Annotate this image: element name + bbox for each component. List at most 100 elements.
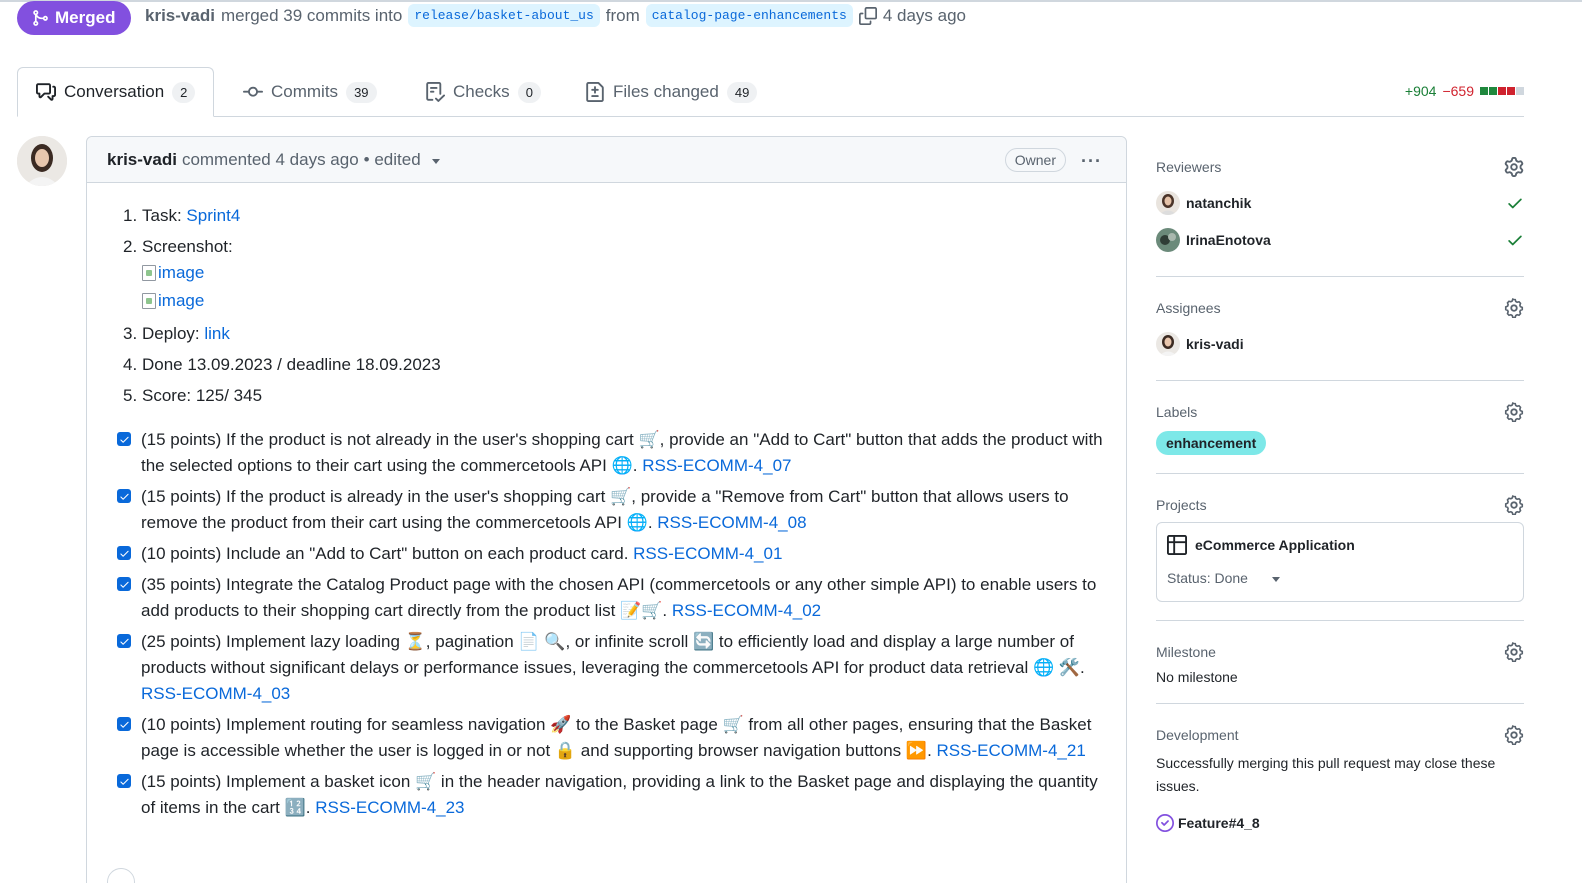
chevron-down-icon[interactable] — [431, 158, 440, 164]
task-checkbox[interactable] — [117, 489, 131, 503]
development-section: Development Successfully merging this pu… — [1156, 718, 1524, 850]
reviewer-item[interactable]: natanchik — [1156, 184, 1524, 221]
project-status[interactable]: Status: Done — [1167, 570, 1513, 586]
diff-block — [1498, 87, 1506, 95]
gear-icon[interactable] — [1504, 642, 1524, 662]
task-item: (15 points) Implement a basket icon 🛒 in… — [117, 769, 1107, 821]
ordered-list: 1. Task: Sprint4 2. Screenshot: image im… — [123, 205, 1113, 407]
task-text: (10 points) Include an "Add to Cart" but… — [141, 544, 629, 563]
merged-status-badge: Merged — [17, 1, 132, 35]
table-icon — [1167, 535, 1187, 555]
head-branch[interactable]: catalog-page-enhancements — [645, 4, 853, 27]
task-item: (15 points) If the product is not alread… — [117, 427, 1107, 479]
tab-checks-label: Checks — [453, 82, 510, 101]
file-diff-icon — [586, 82, 604, 102]
milestone-heading: Milestone — [1156, 644, 1216, 660]
broken-image-link[interactable]: image — [142, 288, 1113, 314]
pr-sidebar: Reviewers natanchik IrinaEnotova Assigne… — [1156, 150, 1524, 850]
label-enhancement[interactable]: enhancement — [1156, 431, 1267, 455]
task-text: (15 points) Implement a basket icon 🛒 in… — [141, 772, 1098, 817]
comment-author[interactable]: kris-vadi — [107, 150, 177, 170]
kebab-menu-icon[interactable]: ··· — [1081, 151, 1102, 172]
task-checkbox[interactable] — [117, 634, 131, 648]
edited-dropdown[interactable]: • edited — [364, 150, 421, 170]
task-checkbox[interactable] — [117, 577, 131, 591]
task-issue-link[interactable]: RSS-ECOMM-4_03 — [141, 684, 290, 703]
assignees-section: Assignees kris-vadi — [1156, 291, 1524, 381]
list-item: 4. Done 13.09.2023 / deadline 18.09.2023 — [123, 354, 1113, 376]
task-checkbox[interactable] — [117, 432, 131, 446]
comment-action: commented 4 days ago — [181, 149, 359, 169]
diffstat[interactable]: +904 −659 — [1405, 83, 1524, 99]
tab-commits[interactable]: Commits 39 — [225, 67, 395, 117]
broken-image-icon — [142, 265, 156, 281]
list-item: 3. Deploy: link — [123, 323, 1113, 345]
task-issue-link[interactable]: RSS-ECOMM-4_23 — [315, 798, 464, 817]
checklist-icon — [426, 82, 445, 102]
diff-deletions: −659 — [1442, 83, 1474, 99]
reviewer-name: IrinaEnotova — [1186, 231, 1271, 248]
linked-issue[interactable]: Feature#4_8 — [1156, 814, 1524, 832]
check-icon — [1508, 235, 1522, 245]
tab-conversation[interactable]: Conversation 2 — [17, 67, 215, 117]
list-number: 5. — [123, 386, 138, 405]
image-alt-text: image — [158, 291, 205, 310]
broken-image-link[interactable]: image — [142, 260, 1113, 286]
author-avatar[interactable] — [17, 136, 67, 186]
gear-icon[interactable] — [1504, 298, 1524, 318]
labels-heading: Labels — [1156, 404, 1198, 420]
tab-files-changed[interactable]: Files changed 49 — [567, 67, 775, 117]
task-issue-link[interactable]: RSS-ECOMM-4_07 — [642, 456, 791, 475]
project-card[interactable]: eCommerce Application Status: Done — [1156, 522, 1524, 602]
task-text: (25 points) Implement lazy loading ⏳, pa… — [141, 632, 1085, 677]
diff-block — [1480, 87, 1488, 95]
tab-commits-label: Commits — [271, 82, 339, 101]
reviewer-name: natanchik — [1186, 194, 1252, 211]
pr-description-comment: kris-vadi commented 4 days ago • edited … — [86, 136, 1127, 883]
copy-icon[interactable] — [858, 6, 877, 25]
tab-checks[interactable]: Checks 0 — [407, 67, 559, 117]
gear-icon[interactable] — [1504, 495, 1524, 515]
task-text: (35 points) Integrate the Catalog Produc… — [141, 575, 1097, 620]
gear-icon[interactable] — [1504, 157, 1524, 177]
sprint-link[interactable]: Sprint4 — [186, 206, 240, 225]
task-checkbox[interactable] — [117, 774, 131, 788]
list-item: 2. Screenshot: image image — [123, 236, 1113, 314]
gear-icon[interactable] — [1504, 402, 1524, 422]
task-issue-link[interactable]: RSS-ECOMM-4_08 — [657, 513, 806, 532]
tab-conversation-count: 2 — [172, 81, 196, 103]
diff-block — [1507, 87, 1515, 95]
task-item: (10 points) Include an "Add to Cart" but… — [117, 541, 1107, 567]
base-branch[interactable]: release/basket-about_us — [408, 4, 600, 27]
pr-tab-bar: Conversation 2 Commits 39 Checks 0 Files… — [17, 67, 1524, 117]
tab-conversation-label: Conversation — [64, 82, 165, 101]
task-checkbox[interactable] — [117, 717, 131, 731]
git-commit-icon — [243, 86, 263, 97]
check-icon — [1508, 198, 1522, 208]
author-link[interactable]: kris-vadi — [145, 6, 215, 26]
assignee-item[interactable]: kris-vadi — [1156, 325, 1524, 362]
deploy-link[interactable]: link — [204, 324, 230, 343]
task-checkbox[interactable] — [117, 546, 131, 560]
diff-bar — [1480, 87, 1524, 95]
list-label: Deploy: — [142, 324, 200, 343]
git-merge-icon — [33, 10, 48, 26]
task-item: (25 points) Implement lazy loading ⏳, pa… — [117, 629, 1107, 707]
broken-image-icon — [142, 293, 156, 309]
tab-files-changed-label: Files changed — [613, 82, 719, 101]
gear-icon[interactable] — [1504, 725, 1524, 745]
list-label: Task: — [142, 206, 182, 225]
linked-issue-name: Feature#4_8 — [1178, 815, 1260, 831]
tab-checks-count: 0 — [517, 81, 541, 103]
projects-section: Projects eCommerce Application Status: D… — [1156, 488, 1524, 621]
development-text: Successfully merging this pull request m… — [1156, 755, 1496, 794]
avatar — [1156, 227, 1180, 252]
merged-text: merged 39 commits into — [220, 5, 403, 25]
list-number: 1. — [123, 206, 138, 225]
task-issue-link[interactable]: RSS-ECOMM-4_01 — [633, 544, 782, 563]
pr-merge-summary: kris-vadi merged 39 commits into release… — [145, 4, 966, 27]
task-issue-link[interactable]: RSS-ECOMM-4_02 — [672, 601, 821, 620]
triangle-down-icon — [1271, 577, 1280, 582]
task-issue-link[interactable]: RSS-ECOMM-4_21 — [937, 741, 1086, 760]
reviewer-item[interactable]: IrinaEnotova — [1156, 221, 1524, 258]
